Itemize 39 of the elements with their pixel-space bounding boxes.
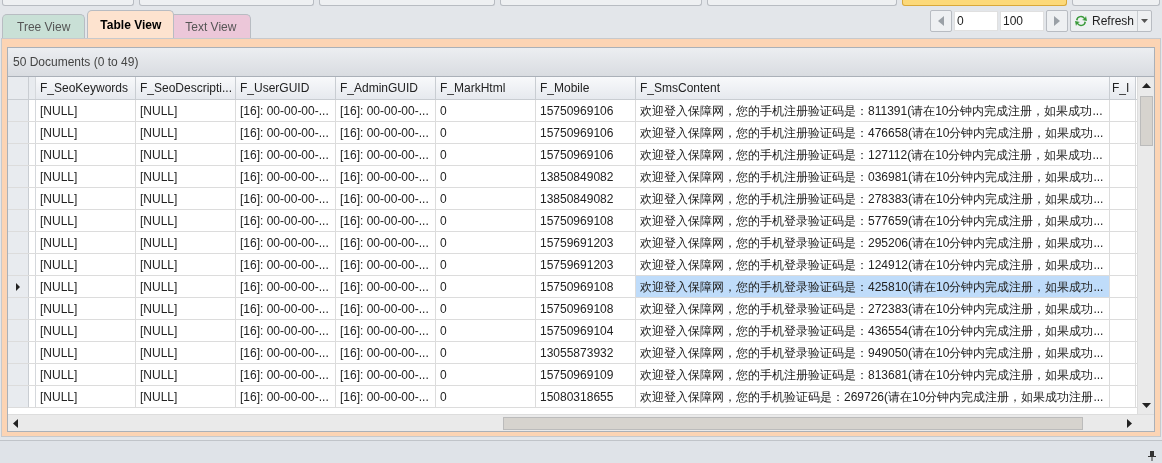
horizontal-scrollbar[interactable] xyxy=(8,414,1154,431)
toolbar-button[interactable] xyxy=(139,0,314,6)
toolbar-button[interactable] xyxy=(319,0,495,6)
scroll-thumb[interactable] xyxy=(503,416,1083,430)
toolbar-button[interactable] xyxy=(707,0,897,6)
right-arrow-icon[interactable] xyxy=(1127,418,1132,428)
column-header[interactable]: F_Mobile xyxy=(536,77,636,99)
toolbar-button[interactable] xyxy=(1072,0,1160,6)
column-header[interactable]: F_MarkHtml xyxy=(436,77,536,99)
column-header[interactable]: F_SmsContent xyxy=(636,77,1110,99)
left-arrow-icon xyxy=(937,16,944,26)
dropdown-button[interactable] xyxy=(1137,11,1151,31)
column-header[interactable]: F_SeoKeywords xyxy=(36,77,136,99)
tab[interactable]: Tree View xyxy=(2,14,86,38)
toolbar-button[interactable] xyxy=(500,0,702,6)
refresh-icon xyxy=(1073,14,1088,28)
tab[interactable]: Table View xyxy=(87,10,175,38)
right-arrow-icon xyxy=(1053,16,1060,26)
current-row-icon xyxy=(16,282,20,291)
caret-icon xyxy=(1141,19,1148,23)
count-field[interactable]: 100 xyxy=(999,11,1044,31)
vertical-scrollbar[interactable] xyxy=(1137,77,1154,414)
start-field[interactable]: 0 xyxy=(953,11,998,31)
column-header[interactable]: F_AdminGUID xyxy=(336,77,436,99)
toolbar-button[interactable] xyxy=(902,0,1067,6)
toolbar-button[interactable] xyxy=(2,0,134,6)
scroll-thumb[interactable] xyxy=(1139,96,1153,146)
table-cell: 欢迎登入保障网，您的手机登录验证码是：425810(请在10分钟内完成注册，如果成功... xyxy=(636,276,1110,297)
previous-button[interactable] xyxy=(929,10,952,32)
down-arrow-icon[interactable] xyxy=(1141,403,1151,408)
column-header[interactable]: F_I xyxy=(1110,77,1136,99)
column-header[interactable]: F_UserGUID xyxy=(236,77,336,99)
pin-icon[interactable] xyxy=(1148,451,1156,461)
document-count: 50 Documents (0 to 49) xyxy=(13,54,139,71)
left-arrow-icon[interactable] xyxy=(13,418,18,428)
up-arrow-icon[interactable] xyxy=(1141,83,1151,88)
row-header[interactable] xyxy=(8,276,29,297)
next-button[interactable] xyxy=(1045,10,1068,32)
column-header[interactable]: F_SeoDescripti... xyxy=(136,77,236,99)
